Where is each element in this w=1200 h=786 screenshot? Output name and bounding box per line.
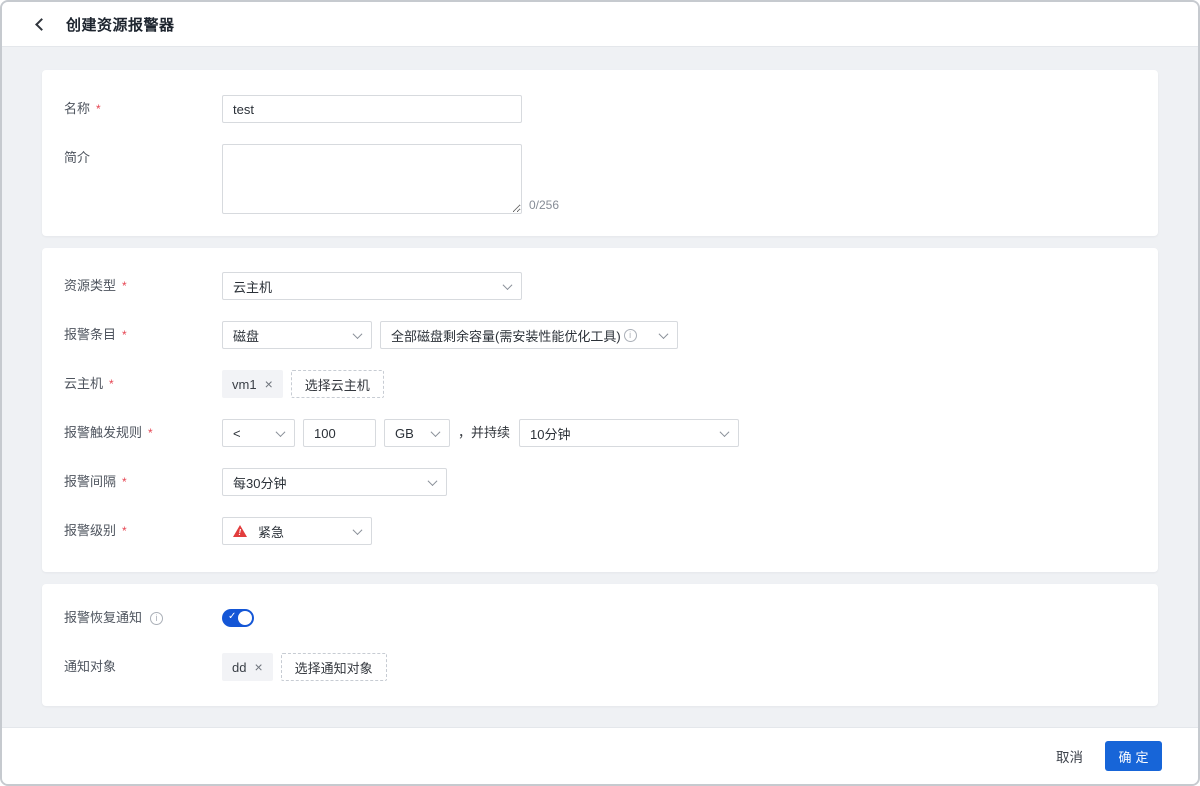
warning-triangle-icon: ! [233,525,247,537]
chevron-down-icon [720,427,730,437]
description-row: 简介 0/256 [64,144,1136,214]
page-header: 创建资源报警器 [2,2,1198,47]
duration-select[interactable]: 10分钟 [519,419,739,447]
chevron-down-icon [353,525,363,535]
notify-target-row: 通知对象 dd × 选择通知对象 [64,653,1136,681]
info-icon: i [624,329,637,342]
footer-bar: 取消 确定 [2,727,1198,784]
chevron-down-icon [431,427,441,437]
required-mark: * [122,272,127,300]
interval-row: 报警间隔 * 每30分钟 [64,468,1136,496]
level-row: 报警级别 * ! 紧急 [64,517,1136,545]
confirm-button[interactable]: 确定 [1105,741,1162,771]
info-icon: i [150,612,163,625]
check-icon: ✓ [228,611,236,622]
recovery-notify-row: 报警恢复通知 i ✓ [64,604,1136,632]
chevron-down-icon [659,329,669,339]
name-row: 名称 * [64,95,1136,123]
required-mark: * [109,370,114,398]
select-vm-button[interactable]: 选择云主机 [291,370,384,398]
recovery-toggle[interactable]: ✓ [222,609,254,627]
remove-icon[interactable]: × [254,660,262,674]
resource-type-row: 资源类型 * 云主机 [64,272,1136,300]
required-mark: * [122,517,127,545]
trigger-rule-label: 报警触发规则 [64,419,142,447]
trigger-rule-row: 报警触发规则 * < GB ，并持续 10分钟 [64,419,1136,447]
resource-type-label: 资源类型 [64,272,116,300]
required-mark: * [96,95,101,123]
back-button[interactable] [32,15,50,33]
unit-select[interactable]: GB [384,419,450,447]
operator-select[interactable]: < [222,419,295,447]
alarm-item-label: 报警条目 [64,321,116,349]
required-mark: * [122,468,127,496]
threshold-input[interactable] [303,419,376,447]
chevron-down-icon [276,427,286,437]
recovery-notify-label: 报警恢复通知 [64,604,142,632]
toggle-knob [238,611,252,625]
notify-target-tag: dd × [222,653,273,681]
cancel-button[interactable]: 取消 [1056,746,1083,766]
resource-type-select[interactable]: 云主机 [222,272,522,300]
level-label: 报警级别 [64,517,116,545]
notify-target-label: 通知对象 [64,653,116,681]
name-input[interactable] [222,95,522,123]
required-mark: * [122,321,127,349]
select-notify-target-button[interactable]: 选择通知对象 [281,653,387,681]
description-label: 简介 [64,144,90,172]
basic-info-card: 名称 * 简介 0/256 [42,70,1158,236]
chevron-down-icon [353,329,363,339]
alarm-item-metric-select[interactable]: 全部磁盘剩余容量(需安装性能优化工具) i [380,321,678,349]
interval-select[interactable]: 每30分钟 [222,468,447,496]
name-label: 名称 [64,95,90,123]
duration-prefix-text: ，并持续 [458,419,510,447]
required-mark: * [148,419,153,447]
level-select[interactable]: ! 紧急 [222,517,372,545]
alarm-item-category-select[interactable]: 磁盘 [222,321,372,349]
vm-tag: vm1 × [222,370,283,398]
page-title: 创建资源报警器 [66,14,175,35]
notification-card: 报警恢复通知 i ✓ 通知对象 dd × 选择通知对象 [42,584,1158,706]
chevron-down-icon [428,476,438,486]
chevron-down-icon [503,280,513,290]
form-body: 名称 * 简介 0/256 资源类型 * [2,47,1198,727]
char-counter: 0/256 [529,198,559,214]
description-textarea[interactable] [222,144,522,214]
alarm-config-card: 资源类型 * 云主机 报警条目 * 磁盘 [42,248,1158,572]
vm-row: 云主机 * vm1 × 选择云主机 [64,370,1136,398]
chevron-left-icon [35,18,48,31]
interval-label: 报警间隔 [64,468,116,496]
remove-icon[interactable]: × [265,377,273,391]
alarm-item-row: 报警条目 * 磁盘 全部磁盘剩余容量(需安装性能优化工具) i [64,321,1136,349]
vm-label: 云主机 [64,370,103,398]
create-alarm-window: 创建资源报警器 名称 * 简介 0/256 [0,0,1200,786]
